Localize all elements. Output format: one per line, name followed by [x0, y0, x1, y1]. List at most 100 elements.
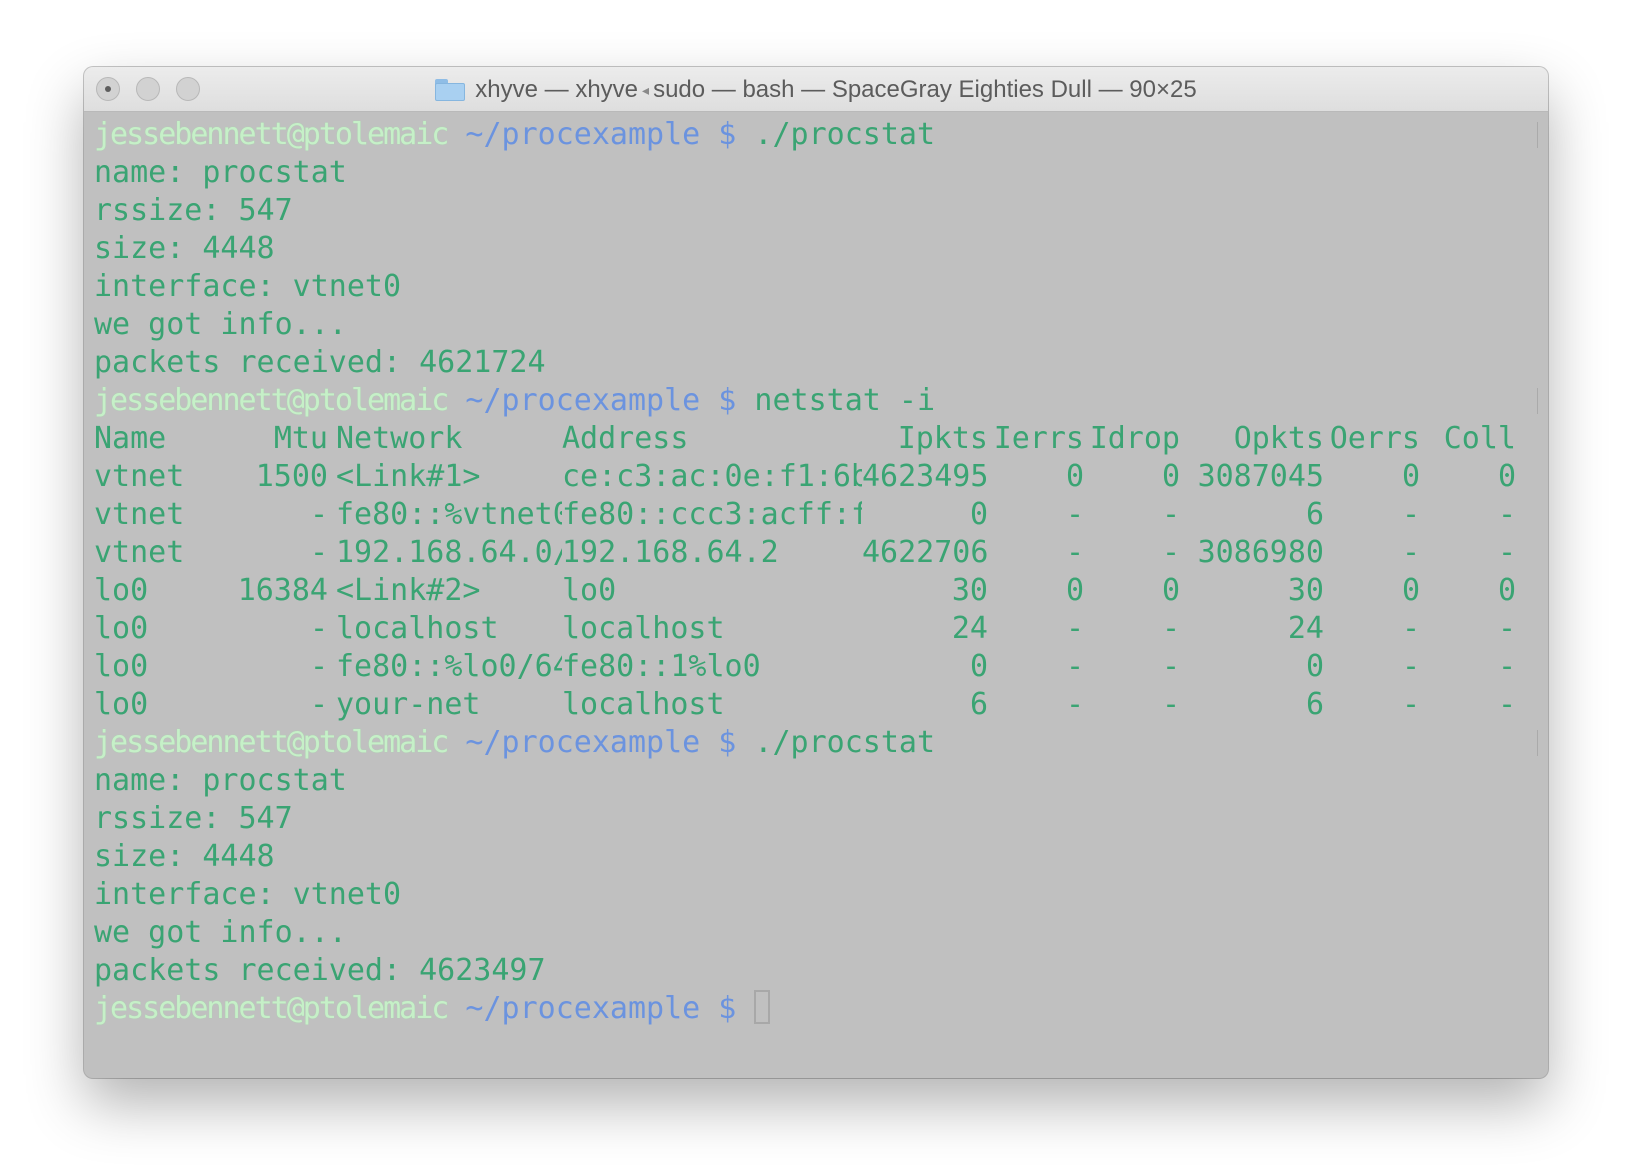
cell: fe80::ccc3:acff:f [562, 497, 862, 532]
prompt-symbol: $ [718, 725, 737, 760]
cell: 0 [1305, 649, 1324, 684]
cell: - [1401, 687, 1420, 722]
cell: - [1065, 687, 1084, 722]
prompt-path: ~/procexample [465, 383, 701, 418]
cell: - [309, 649, 328, 684]
col-header: Opkts [1233, 421, 1324, 456]
cell: - [1161, 687, 1180, 722]
cell: - [1161, 535, 1180, 570]
cell: lo0 [94, 687, 149, 722]
output-line: we got info... [94, 307, 347, 342]
cell: 3086980 [1197, 535, 1324, 570]
cell: localhost [562, 687, 725, 722]
cell: - [1161, 611, 1180, 646]
output-line: rssize: 547 [94, 193, 293, 228]
cell: - [1161, 497, 1180, 532]
cell: <Link#1> [336, 459, 481, 494]
prompt-path: ~/procexample [465, 725, 701, 760]
table-row: lo0- your-net localhost 6- -6- - [94, 686, 1538, 724]
cell: fe80::%lo0/64 [336, 649, 562, 684]
cell: - [1497, 649, 1516, 684]
cell: 0 [1161, 573, 1180, 608]
active-prompt-line[interactable]: jessebennett@ptolemaic ~/procexample $ [94, 990, 1538, 1028]
prompt-user: jessebennett@ptolemaic [94, 991, 449, 1026]
col-header: Ipkts [897, 421, 988, 456]
col-header: Address [562, 421, 689, 456]
cell: 24 [1287, 611, 1324, 646]
command: ./procstat [754, 725, 936, 760]
title-part-2: sudo — bash — SpaceGray Eighties Dull — … [653, 76, 1197, 103]
cell: 6 [969, 687, 988, 722]
cell: - [309, 535, 328, 570]
title-part-1: xhyve — xhyve [475, 76, 639, 103]
prompt-user: jessebennett@ptolemaic [94, 383, 449, 418]
folder-icon [435, 79, 466, 101]
col-header: Name [94, 421, 167, 456]
cell: - [1497, 687, 1516, 722]
cell: vtnet [94, 535, 185, 570]
cell: vtnet [94, 497, 185, 532]
prompt-user: jessebennett@ptolemaic [94, 117, 449, 152]
cell: 0 [1401, 573, 1420, 608]
cell: - [1161, 649, 1180, 684]
cell: lo0 [94, 649, 149, 684]
cell: your-net [336, 687, 481, 722]
cell: - [1401, 649, 1420, 684]
cell: - [1497, 497, 1516, 532]
cell: localhost [336, 611, 499, 646]
output-line: name: procstat [94, 155, 347, 190]
cell: lo0 [94, 573, 149, 608]
table-row: lo0- fe80::%lo0/64fe80::1%lo0 0- -0- - [94, 648, 1538, 686]
cell: - [309, 687, 328, 722]
cell: 0 [1497, 459, 1516, 494]
prompt-symbol: $ [718, 991, 737, 1026]
cell: 0 [969, 497, 988, 532]
cell: - [1497, 611, 1516, 646]
cell: 4623495 [862, 459, 988, 494]
cell: - [1401, 611, 1420, 646]
table-row: lo0- localhost localhost 24- -24- - [94, 610, 1538, 648]
cell: 1500 [255, 459, 328, 494]
cell: 0 [1161, 459, 1180, 494]
prompt-line: jessebennett@ptolemaic ~/procexample $ n… [94, 382, 1538, 420]
window-title: xhyve — xhyve ◂ sudo — bash — SpaceGray Ei… [84, 67, 1548, 112]
cell: <Link#2> [336, 573, 481, 608]
output-line: size: 4448 [94, 839, 275, 874]
output-line: name: procstat [94, 763, 347, 798]
cell: 4622706 [862, 535, 988, 570]
col-header: Idrop [1089, 421, 1180, 456]
prompt-symbol: $ [718, 117, 737, 152]
output-line: interface: vtnet0 [94, 877, 402, 912]
col-header: Coll [1443, 421, 1516, 456]
cell: 0 [1065, 573, 1084, 608]
caret-left-icon: ◂ [642, 82, 650, 98]
cell: - [1065, 535, 1084, 570]
cell: 192.168.64.0/ [336, 535, 562, 570]
cell: - [309, 611, 328, 646]
terminal-content[interactable]: jessebennett@ptolemaic ~/procexample $ .… [94, 116, 1538, 1066]
cell: vtnet [94, 459, 185, 494]
output-line: we got info... [94, 915, 347, 950]
cell: 6 [1305, 497, 1324, 532]
cell: ce:c3:ac:0e:f1:6b [562, 459, 862, 494]
cell: 24 [951, 611, 988, 646]
cell: 30 [1287, 573, 1324, 608]
cell: 3087045 [1197, 459, 1324, 494]
cell: - [1065, 649, 1084, 684]
title-bar[interactable]: xhyve — xhyve ◂ sudo — bash — SpaceGray Ei… [84, 67, 1548, 112]
output-line: size: 4448 [94, 231, 275, 266]
prompt-path: ~/procexample [465, 991, 701, 1026]
table-row: vtnet - fe80::%vtnet0fe80::ccc3:acff:f 0- -6… [94, 496, 1538, 534]
cell: - [1497, 535, 1516, 570]
cell: localhost [562, 611, 725, 646]
cell: 0 [969, 649, 988, 684]
col-header: Oerrs [1329, 421, 1420, 456]
cell: - [1401, 497, 1420, 532]
cell: 16384 [237, 573, 328, 608]
col-header: Ierrs [993, 421, 1084, 456]
cell: - [309, 497, 328, 532]
command: netstat -i [754, 383, 936, 418]
text-cursor[interactable] [754, 990, 771, 1024]
command: ./procstat [754, 117, 936, 152]
output-line: packets received: 4621724 [94, 345, 546, 380]
